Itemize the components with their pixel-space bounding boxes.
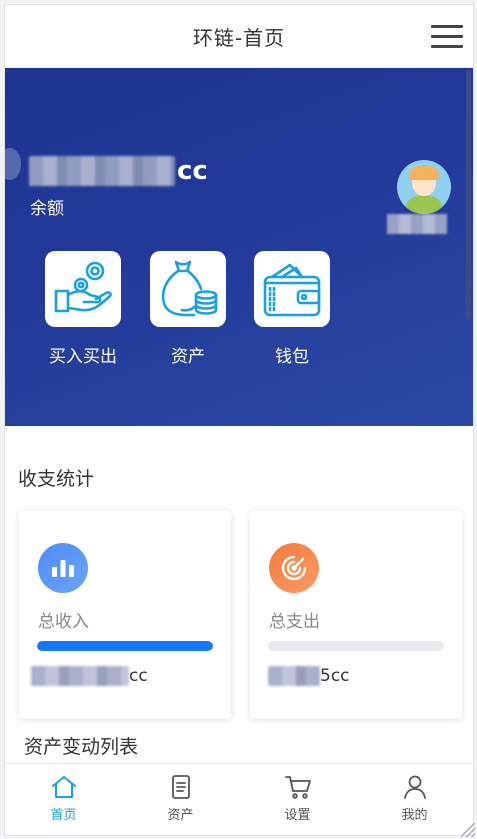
tab-label: 资产 <box>167 808 194 823</box>
top-header: 环链-首页 <box>5 5 473 68</box>
app-frame: 环链-首页 cc 余额 买入买出 资产 钱包 收支统计 总收入 cc 总支出 5… <box>4 4 474 836</box>
bottom-tabbar: 首页 资产 设置 我的 <box>5 763 473 835</box>
balance-label: 余额 <box>30 199 64 219</box>
expense-amount: 5cc <box>262 666 350 686</box>
redacted-amount <box>268 666 320 686</box>
balance-banner: cc 余额 买入买出 资产 钱包 <box>5 68 473 426</box>
bar-chart-icon <box>38 543 88 593</box>
decorative-circle <box>5 148 21 180</box>
banner-scrollbar[interactable] <box>466 70 471 320</box>
balance-suffix: cc <box>177 156 208 186</box>
avatar[interactable] <box>397 160 451 214</box>
action-assets[interactable]: 资产 <box>150 251 226 367</box>
income-progress-fill <box>37 641 213 651</box>
tab-label: 我的 <box>401 808 428 823</box>
expense-label: 总支出 <box>269 612 320 632</box>
target-icon <box>269 543 319 593</box>
expense-suffix: 5cc <box>320 666 350 686</box>
tab-settings[interactable]: 设置 <box>239 764 356 835</box>
redacted-username <box>387 214 447 234</box>
expense-progress <box>268 641 444 651</box>
action-label: 钱包 <box>275 347 309 367</box>
tab-mine[interactable]: 我的 <box>356 764 473 835</box>
redacted-amount <box>31 666 129 686</box>
action-label: 买入买出 <box>49 347 117 367</box>
home-icon <box>51 776 76 798</box>
stats-title: 收支统计 <box>18 468 95 490</box>
action-wallet[interactable]: 钱包 <box>254 251 330 367</box>
action-label: 资产 <box>171 347 205 367</box>
tab-assets[interactable]: 资产 <box>122 764 239 835</box>
resize-grip[interactable] <box>461 823 475 837</box>
income-label: 总收入 <box>38 612 89 632</box>
redacted-balance <box>29 156 175 186</box>
hand-coins-icon <box>54 261 112 313</box>
income-suffix: cc <box>129 666 148 686</box>
action-buy-sell[interactable]: 买入买出 <box>45 251 121 367</box>
expense-card[interactable]: 总支出 5cc <box>250 511 462 719</box>
money-bag-icon <box>161 260 218 317</box>
balance-value: cc <box>29 156 208 186</box>
page-title: 环链-首页 <box>192 25 286 50</box>
cart-icon <box>284 776 311 799</box>
income-amount: cc <box>31 666 148 686</box>
tab-label: 设置 <box>284 808 311 823</box>
document-icon <box>171 775 190 799</box>
hamburger-menu-icon[interactable] <box>431 25 463 49</box>
wallet-icon <box>263 263 321 317</box>
tab-home[interactable]: 首页 <box>5 764 122 835</box>
income-card[interactable]: 总收入 cc <box>19 511 231 719</box>
income-progress <box>37 641 213 651</box>
tab-label: 首页 <box>50 808 77 823</box>
user-icon <box>403 775 426 799</box>
asset-change-list-title: 资产变动列表 <box>24 736 139 758</box>
